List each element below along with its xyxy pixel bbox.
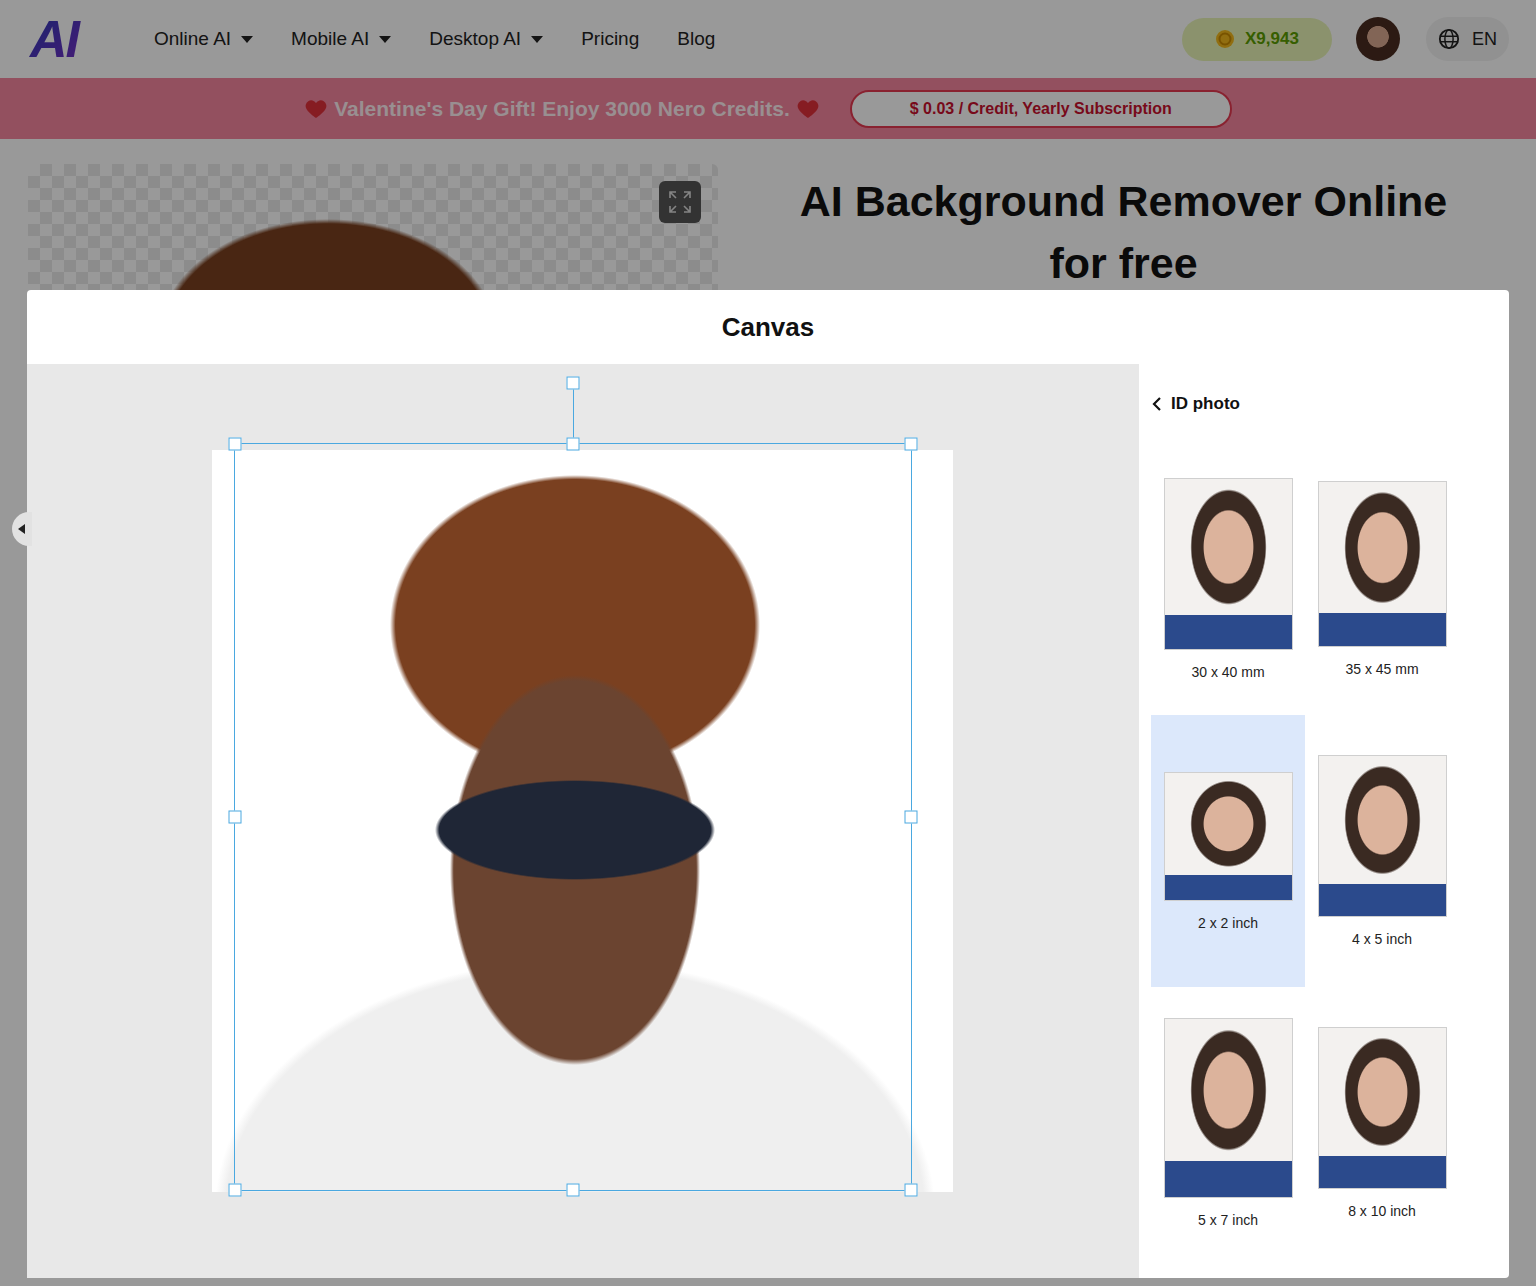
- resize-handle[interactable]: [229, 438, 242, 451]
- resize-handle[interactable]: [905, 1184, 918, 1197]
- back-button[interactable]: ID photo: [1151, 392, 1240, 416]
- size-option[interactable]: 30 x 40 mm: [1151, 443, 1305, 715]
- chevron-left-icon: [1151, 396, 1163, 412]
- size-thumbnail: [1164, 478, 1293, 650]
- photo[interactable]: [212, 450, 953, 1192]
- photo-frame: [212, 450, 953, 1192]
- size-label: 2 x 2 inch: [1198, 915, 1258, 931]
- size-thumbnail: [1318, 481, 1447, 647]
- size-panel: ID photo 30 x 40 mm 35 x 45 mm 2 x 2 inch 4 …: [1139, 364, 1509, 1278]
- page: AIOnline AIMobile AIDesktop AIPricingBlo…: [0, 0, 1536, 1286]
- size-label: 4 x 5 inch: [1352, 931, 1412, 947]
- resize-handle[interactable]: [905, 811, 918, 824]
- canvas-dialog: Canvas ID photo 30 x 40 mm 35 x 45 mm 2 x 2 …: [27, 290, 1509, 1278]
- dialog-body: ID photo 30 x 40 mm 35 x 45 mm 2 x 2 inch 4 …: [27, 364, 1509, 1278]
- size-option[interactable]: 35 x 45 mm: [1305, 443, 1459, 715]
- size-option[interactable]: 2 x 2 inch: [1151, 715, 1305, 987]
- selection-box[interactable]: [234, 443, 912, 1191]
- resize-handle[interactable]: [229, 811, 242, 824]
- size-grid: 30 x 40 mm 35 x 45 mm 2 x 2 inch 4 x 5 inch…: [1151, 443, 1469, 1259]
- resize-handle[interactable]: [567, 1184, 580, 1197]
- size-option[interactable]: 8 x 10 inch: [1305, 987, 1459, 1259]
- canvas-area: [27, 364, 1139, 1278]
- size-thumbnail: [1318, 1027, 1447, 1188]
- size-thumbnail: [1318, 755, 1447, 916]
- size-thumbnail: [1164, 772, 1293, 901]
- arrow-left-icon: [17, 523, 27, 535]
- rotate-line: [573, 383, 574, 444]
- back-label: ID photo: [1171, 394, 1240, 414]
- size-option[interactable]: 5 x 7 inch: [1151, 987, 1305, 1259]
- size-thumbnail: [1164, 1018, 1293, 1199]
- size-label: 35 x 45 mm: [1345, 661, 1418, 677]
- rotate-handle[interactable]: [567, 377, 580, 390]
- size-label: 8 x 10 inch: [1348, 1203, 1416, 1219]
- dialog-title: Canvas: [27, 290, 1509, 364]
- size-label: 5 x 7 inch: [1198, 1212, 1258, 1228]
- size-option[interactable]: 4 x 5 inch: [1305, 715, 1459, 987]
- resize-handle[interactable]: [567, 438, 580, 451]
- size-label: 30 x 40 mm: [1191, 664, 1264, 680]
- resize-handle[interactable]: [905, 438, 918, 451]
- resize-handle[interactable]: [229, 1184, 242, 1197]
